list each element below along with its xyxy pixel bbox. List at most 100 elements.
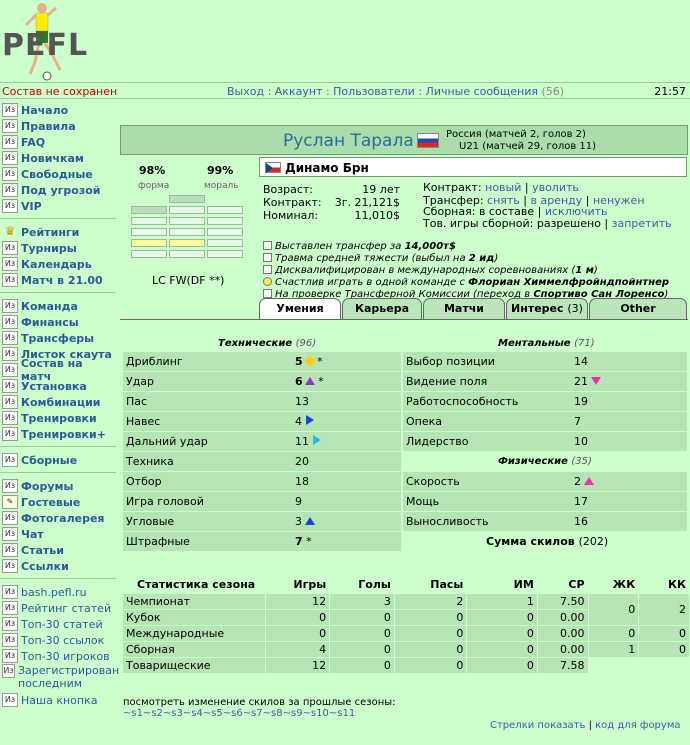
account-link[interactable]: Аккаунт [275, 85, 323, 98]
tab-interest[interactable]: Интерес (3) [506, 298, 588, 319]
sidebar-item-our-button[interactable]: Из Наша кнопка [0, 692, 116, 708]
sidebar-item-last-registered[interactable]: Из Зарегистрирован последним [0, 664, 119, 692]
nominal-value: 11,010$ [354, 209, 401, 222]
season-link[interactable]: ~s1 [123, 708, 143, 719]
sidebar-item-match[interactable]: Из Матч в 21.00 [0, 272, 116, 288]
table-row: Товарищеские 12 0 0 0 7.58 [123, 658, 689, 673]
unsaved-status: Состав не сохранен [2, 85, 118, 98]
sidebar-item-training[interactable]: Из Тренировки [0, 410, 116, 426]
season-link[interactable]: ~s11 [329, 708, 355, 719]
sidebar-item-guestbook[interactable]: ✎ Гостевые [0, 494, 116, 510]
skill-row: Навес 4 [123, 412, 401, 431]
sidebar-item-chat[interactable]: Из Чат [0, 526, 116, 542]
smile-icon [263, 277, 272, 286]
form-value: 98% [139, 164, 166, 177]
sidebar-item-articles[interactable]: Из Статьи [0, 542, 116, 558]
age-value: 19 лет [362, 183, 400, 196]
sidebar-item-transfers[interactable]: Из Трансферы [0, 330, 116, 346]
sidebar-item-lineup[interactable]: Из Состав на матч [0, 357, 116, 383]
season-link[interactable]: ~s9 [283, 708, 303, 719]
season-link[interactable]: ~s3 [163, 708, 183, 719]
notepad-icon: ✎ [2, 495, 18, 509]
physical-header: Физические (35) [498, 456, 592, 467]
menu-icon: Из [2, 103, 18, 117]
skill-row: Дриблинг 5 * [123, 352, 401, 371]
skill-row: Работоспособность 19 [403, 392, 687, 411]
event-injury: Травма средней тяжести (выбыл на 2 ид) [263, 253, 498, 264]
sidebar-item-top-links[interactable]: Из Топ-30 ссылок [0, 632, 116, 648]
season-link[interactable]: ~s4 [183, 708, 203, 719]
sidebar-item-training-plus[interactable]: Из Тренировки+ [0, 426, 116, 442]
sidebar-item-national[interactable]: Из Сборные [0, 452, 116, 468]
tab-skills[interactable]: Умения [259, 298, 341, 320]
sidebar-item-forums[interactable]: Из Форумы [0, 478, 116, 494]
forum-code-link[interactable]: код для форума [595, 720, 680, 731]
player-panel: Руслан Тарала Россия (матчей 2, голов 2)… [120, 125, 688, 155]
skill-row: Игра головой 9 [123, 492, 401, 511]
skill-row: Видение поля 21 [403, 372, 687, 391]
sidebar-item-free[interactable]: Из Свободные [0, 166, 116, 182]
season-link[interactable]: ~s5 [203, 708, 223, 719]
sidebar-item-article-rating[interactable]: Из Рейтинг статей [0, 600, 116, 616]
skill-row: Угловые 3 [123, 512, 401, 531]
menu-icon: Из [2, 585, 18, 599]
season-link[interactable]: ~s2 [143, 708, 163, 719]
menu-icon: Из [2, 273, 18, 287]
contract-actions: Контракт: новый | уволить [423, 181, 579, 194]
sidebar-item-threatened[interactable]: Из Под угрозой [0, 182, 116, 198]
sidebar-item-ratings[interactable]: ♛ Рейтинги [0, 224, 116, 240]
new-contract-link[interactable]: новый [485, 181, 521, 194]
menu-icon: Из [2, 479, 18, 493]
season-link[interactable]: ~s10 [303, 708, 329, 719]
season-link[interactable]: ~s6 [223, 708, 243, 719]
contract-value: 3г. 21,121$ [334, 196, 400, 209]
sidebar-item-faq[interactable]: Из FAQ [0, 134, 116, 150]
sidebar-item-setup[interactable]: Из Установка [0, 378, 116, 394]
sidebar-item-top-articles[interactable]: Из Топ-30 статей [0, 616, 116, 632]
sidebar-item-bash[interactable]: Из bash.pefl.ru [0, 584, 116, 600]
tab-career[interactable]: Карьера [342, 298, 422, 319]
fire-link[interactable]: уволить [532, 181, 579, 194]
skill-row: Выбор позиции 14 [403, 352, 687, 371]
tab-other[interactable]: Other [589, 298, 687, 319]
divider [0, 292, 116, 293]
sidebar-item-top-players[interactable]: Из Топ-30 игроков [0, 648, 116, 664]
sidebar-item-home[interactable]: Из Начало [0, 102, 116, 118]
tab-matches[interactable]: Матчи [423, 298, 505, 319]
clock: 21:57 [654, 85, 686, 98]
arrow-up-icon [584, 477, 594, 485]
show-arrows-link[interactable]: Стрелки показать [490, 720, 585, 731]
mental-header: Ментальные (71) [498, 338, 595, 349]
skill-row: Опека 7 [403, 412, 687, 431]
skill-row: Отбор 18 [123, 472, 401, 491]
club-bar: Динамо Брн [259, 157, 687, 177]
users-link[interactable]: Пользователи [333, 85, 415, 98]
menu-icon: Из [2, 527, 18, 541]
sidebar-item-tournaments[interactable]: Из Турниры [0, 240, 116, 256]
forbid-link[interactable]: запретить [612, 217, 672, 230]
sidebar-item-finance[interactable]: Из Финансы [0, 314, 116, 330]
skill-row: Техника 20 [123, 452, 401, 471]
transfer-icon [263, 241, 272, 250]
sidebar-item-rules[interactable]: Из Правила [0, 118, 116, 134]
technical-header: Технические (96) [218, 338, 317, 349]
menu-icon: Из [2, 693, 18, 707]
messages-link[interactable]: Личные сообщения [426, 85, 538, 98]
menu-group-main: Из Начало Из Правила Из FAQ Из Новичкам Из Св… [0, 102, 116, 214]
sidebar-item-calendar[interactable]: Из Календарь [0, 256, 116, 272]
sidebar-item-vip[interactable]: Из VIP [0, 198, 116, 214]
season-link[interactable]: ~s8 [263, 708, 283, 719]
skill-row: Выносливость 16 [403, 512, 687, 531]
logo[interactable]: PEFL [0, 0, 120, 82]
menu-icon: Из [2, 347, 18, 361]
sidebar-item-newbies[interactable]: Из Новичкам [0, 150, 116, 166]
sidebar-item-team[interactable]: Из Команда [0, 298, 116, 314]
sidebar-item-gallery[interactable]: Из Фотогалерея [0, 510, 116, 526]
logout-link[interactable]: Выход [227, 85, 264, 98]
club-name[interactable]: Динамо Брн [285, 161, 369, 175]
menu-icon: Из [2, 241, 18, 255]
skill-row: Штрафные 7 * [123, 532, 401, 551]
season-link[interactable]: ~s7 [243, 708, 263, 719]
sidebar-item-links[interactable]: Из Ссылки [0, 558, 116, 574]
sidebar-item-combinations[interactable]: Из Комбинации [0, 394, 116, 410]
